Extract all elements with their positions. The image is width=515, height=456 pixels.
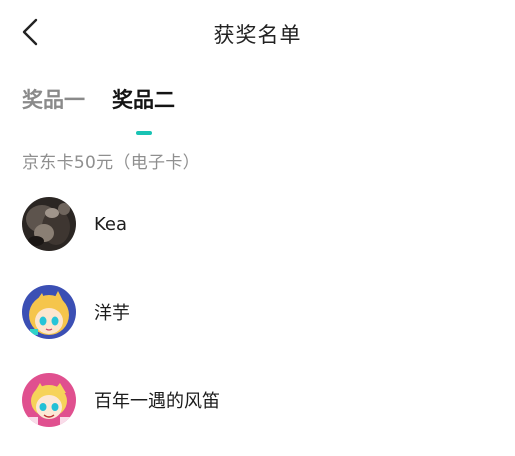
- tab-prize-one[interactable]: 奖品一: [22, 86, 85, 126]
- avatar: [22, 373, 76, 427]
- prize-tabs: 奖品一 奖品二: [22, 86, 202, 135]
- winner-name: 百年一遇的风笛: [94, 391, 220, 412]
- tab-label: 奖品一: [22, 88, 85, 112]
- anime-blue-avatar: [22, 285, 76, 339]
- winner-list: Kea 洋芋 百年一遇的风笛: [22, 196, 492, 456]
- tab-label: 奖品二: [112, 88, 175, 112]
- avatar: [22, 197, 76, 251]
- tab-prize-two[interactable]: 奖品二: [112, 86, 175, 135]
- list-item[interactable]: 百年一遇的风笛: [22, 372, 492, 428]
- dark-photo-avatar: [22, 197, 76, 251]
- top-bar: 获奖名单: [0, 0, 515, 64]
- winner-name: Kea: [94, 213, 128, 235]
- winner-name: 洋芋: [94, 303, 130, 324]
- avatar: [22, 285, 76, 339]
- active-tab-indicator: [135, 131, 152, 135]
- winners-page: 获奖名单 奖品一 奖品二 京东卡50元（电子卡） Kea 洋芋 百年一遇的风笛: [0, 0, 515, 456]
- list-item[interactable]: 洋芋: [22, 284, 492, 340]
- anime-pink-avatar: [22, 373, 76, 427]
- prize-name: 京东卡50元（电子卡）: [22, 153, 200, 173]
- list-item[interactable]: Kea: [22, 196, 492, 252]
- page-title: 获奖名单: [213, 23, 302, 47]
